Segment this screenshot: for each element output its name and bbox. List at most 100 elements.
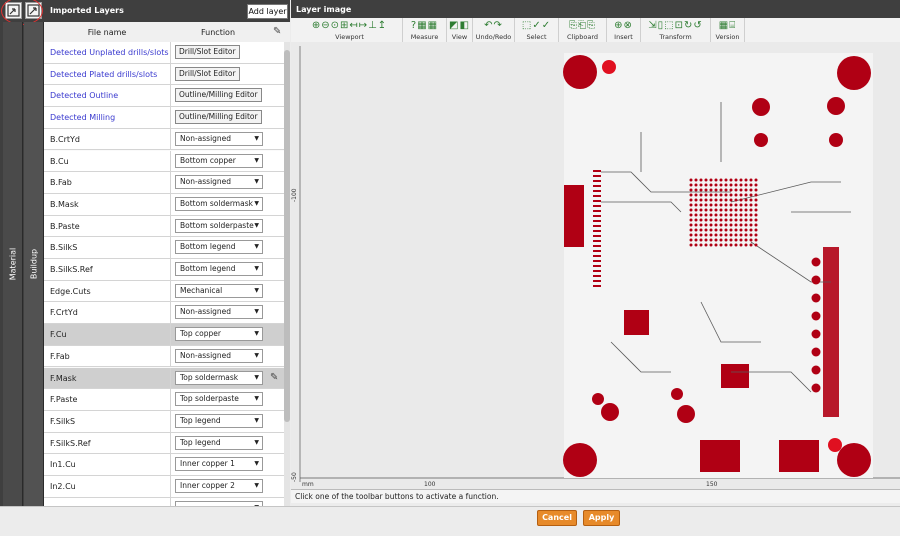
layer-canvas[interactable]: -100 -50 mm 100 150 — [291, 42, 900, 489]
bga-pad — [729, 188, 733, 192]
function-select[interactable]: Top legend ▼ — [175, 435, 263, 450]
scrollbar-thumb[interactable] — [284, 50, 290, 422]
layer-row[interactable]: B.CrtYd Non-assigned ▼ — [44, 128, 284, 151]
layer-row[interactable]: F.Cu Top copper ▼ — [44, 324, 284, 346]
layer-row[interactable]: B.SilkS.Ref Bottom legend ▼ — [44, 259, 284, 281]
editor-button[interactable]: Outline/Milling Editor — [175, 88, 262, 103]
bga-pad — [714, 243, 718, 247]
bga-pad — [739, 223, 743, 227]
bga-pad — [739, 183, 743, 187]
function-select[interactable]: Mechanical ▼ — [175, 283, 263, 298]
bga-pad — [754, 203, 758, 207]
function-select[interactable]: Top copper ▼ — [175, 327, 263, 342]
bga-pad — [699, 198, 703, 202]
version-icons[interactable]: ▦⌸ — [711, 20, 744, 31]
layer-row[interactable]: In2.Cu Inner copper 2 ▼ — [44, 476, 284, 498]
function-select[interactable]: Inner copper 1 ▼ — [175, 457, 263, 472]
detected-layer-link[interactable]: Detected Plated drills/slots — [50, 70, 157, 79]
function-select[interactable]: Bottom solderpaste ▼ — [175, 218, 263, 233]
bga-pad — [709, 198, 713, 202]
view-icons[interactable]: ◩◧ — [447, 20, 472, 31]
bga-pad — [689, 178, 693, 182]
toolbar-group-select[interactable]: ⬚✓✓ Select — [515, 18, 559, 42]
bga-pad — [709, 188, 713, 192]
pencil-icon[interactable]: ✎ — [270, 372, 278, 383]
header-pad — [811, 293, 821, 303]
function-select[interactable]: Bottom legend ▼ — [175, 240, 263, 255]
function-select[interactable]: Top solderpaste ▼ — [175, 392, 263, 407]
layer-row[interactable]: Detected Milling Outline/Milling Editor — [44, 107, 284, 129]
toolbar-group-undo-redo[interactable]: ↶↷ Undo/Redo — [473, 18, 515, 42]
layer-row[interactable]: F.Mask Top soldermask ▼ ✎ — [44, 367, 284, 390]
clipboard-icons[interactable]: ⎘⎗⎘ — [559, 20, 606, 31]
toolbar-group-insert[interactable]: ⊕⊗ Insert — [607, 18, 641, 42]
pencil-icon[interactable]: ✎ — [273, 26, 281, 37]
layer-row[interactable]: B.Paste Bottom solderpaste ▼ — [44, 215, 284, 238]
function-select[interactable]: Top soldermask ▼ — [175, 370, 263, 385]
apply-button[interactable]: Apply — [583, 510, 620, 526]
layer-row[interactable]: Edge.Cuts Mechanical ▼ — [44, 280, 284, 303]
function-select[interactable]: Non-assigned ▼ — [175, 131, 263, 146]
detected-layer-link[interactable]: Detected Unplated drills/slots — [50, 48, 169, 57]
bga-pad — [734, 238, 738, 242]
cancel-button[interactable]: Cancel — [537, 510, 577, 526]
chevron-down-icon: ▼ — [254, 482, 259, 489]
layer-row[interactable]: B.Fab Non-assigned ▼ — [44, 172, 284, 194]
layer-row[interactable]: In1.Cu Inner copper 1 ▼ — [44, 454, 284, 476]
bga-pad — [719, 223, 723, 227]
layer-row[interactable]: F.SilkS Top legend ▼ — [44, 410, 284, 433]
layer-row[interactable]: F.Paste Top solderpaste ▼ — [44, 389, 284, 411]
toolbar-group-transform[interactable]: ⇲▯⬚⊡↻↺ Transform — [641, 18, 711, 42]
add-layer-button[interactable]: Add layer — [247, 4, 288, 19]
layer-file-name: F.Fab — [50, 351, 70, 361]
toolbar-group-viewport[interactable]: ⊕⊖⊙⊞↤↦⊥↥ Viewport — [297, 18, 403, 42]
bga-pad — [744, 193, 748, 197]
layer-row[interactable]: ▼ — [44, 497, 284, 506]
layer-row[interactable]: Detected Outline Outline/Milling Editor — [44, 85, 284, 108]
layer-row[interactable]: F.SilkS.Ref Top legend ▼ — [44, 432, 284, 455]
function-select[interactable]: Bottom soldermask ▼ — [175, 196, 263, 211]
function-select[interactable]: Non-assigned ▼ — [175, 305, 263, 320]
layer-row[interactable]: B.SilkS Bottom legend ▼ — [44, 237, 284, 259]
function-select[interactable]: Bottom legend ▼ — [175, 262, 263, 276]
bga-pad — [749, 213, 753, 217]
viewport-icons[interactable]: ⊕⊖⊙⊞↤↦⊥↥ — [297, 20, 402, 31]
layer-row[interactable]: Detected Unplated drills/slots Drill/Slot… — [44, 42, 284, 64]
bga-pad — [749, 218, 753, 222]
connector-pad — [593, 185, 601, 187]
function-select[interactable]: Non-assigned ▼ — [175, 175, 263, 190]
detected-layer-link[interactable]: Detected Outline — [50, 91, 118, 100]
toolbar-group-version[interactable]: ▦⌸ Version — [711, 18, 745, 42]
chevron-down-icon: ▼ — [254, 416, 259, 424]
layer-row[interactable]: F.Fab Non-assigned ▼ — [44, 345, 284, 368]
bga-pad — [744, 233, 748, 237]
detected-layer-link[interactable]: Detected Milling — [50, 113, 115, 122]
insert-icons[interactable]: ⊕⊗ — [607, 20, 640, 31]
editor-button[interactable]: Drill/Slot Editor — [175, 66, 240, 81]
bga-pad — [699, 183, 703, 187]
bga-pad — [714, 233, 718, 237]
layer-row[interactable]: B.Cu Bottom copper ▼ — [44, 150, 284, 173]
bga-pad — [744, 188, 748, 192]
editor-button[interactable]: Drill/Slot Editor — [175, 45, 240, 59]
layer-file-name: B.Fab — [50, 178, 72, 188]
transform-icons[interactable]: ⇲▯⬚⊡↻↺ — [641, 20, 710, 31]
function-select[interactable]: Inner copper 2 ▼ — [175, 479, 263, 493]
function-select[interactable]: Top legend ▼ — [175, 413, 263, 428]
layer-row[interactable]: F.CrtYd Non-assigned ▼ — [44, 302, 284, 325]
undo-redo-icons[interactable]: ↶↷ — [473, 20, 514, 31]
toolbar-group-measure[interactable]: ?▦▦ Measure — [403, 18, 447, 42]
tab-material[interactable]: Material — [3, 22, 23, 506]
tab-buildup[interactable]: Buildup — [24, 22, 44, 506]
toolbar-group-clipboard[interactable]: ⎘⎗⎘ Clipboard — [559, 18, 607, 42]
measure-icons[interactable]: ?▦▦ — [403, 20, 446, 31]
bga-pad — [749, 208, 753, 212]
layer-row[interactable]: B.Mask Bottom soldermask ▼ — [44, 193, 284, 216]
connector-pad — [593, 250, 601, 252]
editor-button[interactable]: Outline/Milling Editor — [175, 110, 262, 125]
function-select[interactable]: Non-assigned ▼ — [175, 348, 263, 363]
select-icons[interactable]: ⬚✓✓ — [515, 20, 558, 31]
layer-row[interactable]: Detected Plated drills/slots Drill/Slot E… — [44, 63, 284, 86]
toolbar-group-view[interactable]: ◩◧ View — [447, 18, 473, 42]
function-select[interactable]: Bottom copper ▼ — [175, 153, 263, 168]
